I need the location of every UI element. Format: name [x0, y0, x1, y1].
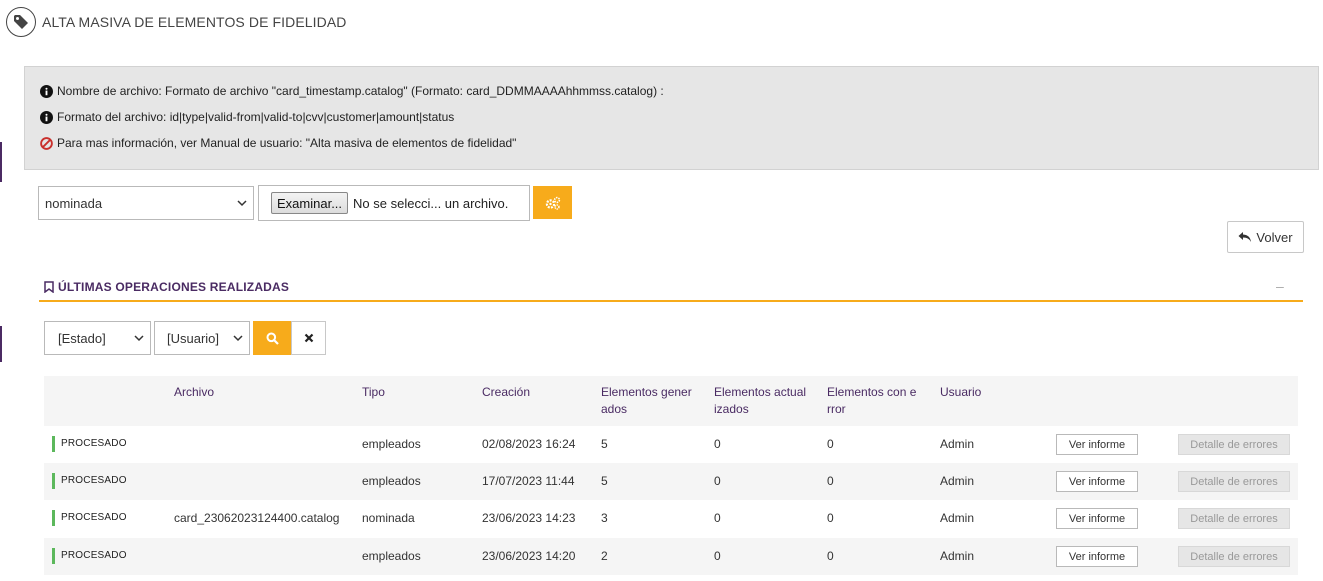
file-input[interactable]: Examinar... No se selecci... un archivo. — [258, 185, 530, 221]
cell-actualizados: 0 — [714, 474, 721, 488]
type-select[interactable]: nominada — [38, 186, 254, 220]
cell-generados: 3 — [601, 511, 608, 525]
error-details-button[interactable]: Detalle de errores — [1178, 508, 1290, 529]
col-usuario: Usuario — [940, 385, 982, 399]
cell-generados: 2 — [601, 549, 608, 563]
cell-creacion: 02/08/2023 16:24 — [482, 437, 576, 451]
table-header: Archivo Tipo Creación Elementos gener ad… — [44, 376, 1298, 426]
table-row: PROCESADO empleados 23/06/2023 14:20 2 0… — [44, 538, 1298, 575]
cell-error: 0 — [827, 474, 834, 488]
estado-filter-value: [Estado] — [58, 330, 106, 346]
clear-filters-button[interactable] — [291, 321, 326, 355]
close-icon — [304, 333, 313, 343]
page-header: ALTA MASIVA DE ELEMENTOS DE FIDELIDAD — [6, 6, 347, 38]
info-text-format: Formato del archivo: id|type|valid-from|… — [57, 110, 455, 124]
view-report-button[interactable]: Ver informe — [1056, 471, 1138, 492]
collapse-toggle[interactable]: – — [1276, 278, 1284, 294]
type-select-value: nominada — [45, 195, 103, 211]
search-icon — [266, 332, 279, 345]
cell-creacion: 23/06/2023 14:20 — [482, 549, 576, 563]
error-details-button[interactable]: Detalle de errores — [1178, 546, 1290, 567]
status-badge: PROCESADO — [52, 548, 127, 564]
cell-usuario: Admin — [940, 511, 975, 525]
cell-tipo: empleados — [362, 474, 421, 488]
col-generados: Elementos gener ados — [601, 385, 692, 416]
section-title-text: ÚLTIMAS OPERACIONES REALIZADAS — [58, 280, 290, 294]
cell-tipo: empleados — [362, 437, 421, 451]
col-error: Elementos con e rror — [827, 385, 917, 416]
left-edge-marker — [0, 142, 2, 182]
cell-actualizados: 0 — [714, 437, 721, 451]
col-actualizados: Elementos actual izados — [714, 385, 807, 416]
cell-actualizados: 0 — [714, 549, 721, 563]
ban-icon — [40, 136, 53, 150]
cell-error: 0 — [827, 437, 834, 451]
chevron-down-icon — [134, 335, 144, 342]
left-edge-marker — [0, 326, 2, 362]
status-badge: PROCESADO — [52, 436, 127, 452]
bookmark-icon — [44, 281, 54, 293]
cogs-icon — [545, 196, 560, 210]
view-report-button[interactable]: Ver informe — [1056, 434, 1138, 455]
cell-usuario: Admin — [940, 437, 975, 451]
cell-tipo: empleados — [362, 549, 421, 563]
cell-generados: 5 — [601, 437, 608, 451]
info-text-filename: Nombre de archivo: Formato de archivo "c… — [57, 84, 664, 98]
col-tipo: Tipo — [362, 385, 385, 399]
info-text-manual: Para mas información, ver Manual de usua… — [57, 136, 517, 150]
back-button[interactable]: Volver — [1227, 221, 1304, 253]
table-row: PROCESADO empleados 17/07/2023 11:44 5 0… — [44, 463, 1298, 500]
chevron-down-icon — [233, 335, 243, 342]
info-line-filename: Nombre de archivo: Formato de archivo "c… — [40, 84, 664, 98]
page-title: ALTA MASIVA DE ELEMENTOS DE FIDELIDAD — [42, 14, 347, 30]
page: ALTA MASIVA DE ELEMENTOS DE FIDELIDAD No… — [0, 0, 1323, 581]
search-button[interactable] — [253, 321, 291, 355]
back-button-label: Volver — [1256, 229, 1293, 245]
tag-icon — [6, 7, 36, 37]
cell-actualizados: 0 — [714, 511, 721, 525]
info-icon — [40, 84, 53, 98]
cell-usuario: Admin — [940, 549, 975, 563]
cell-tipo: nominada — [362, 511, 415, 525]
usuario-filter-value: [Usuario] — [167, 330, 220, 346]
status-badge: PROCESADO — [52, 473, 127, 489]
browse-button[interactable]: Examinar... — [271, 192, 349, 214]
estado-filter[interactable]: [Estado] — [44, 321, 151, 355]
reply-icon — [1238, 232, 1252, 242]
file-status-text: No se selecci... un archivo. — [353, 195, 509, 211]
col-archivo: Archivo — [174, 385, 215, 399]
col-creacion: Creación — [482, 385, 531, 399]
cell-error: 0 — [827, 549, 834, 563]
table-row: PROCESADO empleados 02/08/2023 16:24 5 0… — [44, 426, 1298, 463]
cell-creacion: 23/06/2023 14:23 — [482, 511, 576, 525]
error-details-button[interactable]: Detalle de errores — [1178, 471, 1290, 492]
info-line-manual: Para mas información, ver Manual de usua… — [40, 136, 516, 150]
chevron-down-icon — [237, 200, 247, 207]
section-divider — [39, 300, 1303, 302]
info-line-format: Formato del archivo: id|type|valid-from|… — [40, 110, 454, 124]
cell-error: 0 — [827, 511, 834, 525]
cell-generados: 5 — [601, 474, 608, 488]
status-badge: PROCESADO — [52, 510, 127, 526]
error-details-button[interactable]: Detalle de errores — [1178, 434, 1290, 455]
section-title: ÚLTIMAS OPERACIONES REALIZADAS — [44, 280, 289, 294]
table-row: PROCESADO card_23062023124400.catalog no… — [44, 500, 1298, 537]
info-panel: Nombre de archivo: Formato de archivo "c… — [24, 66, 1319, 170]
cell-archivo: card_23062023124400.catalog — [174, 511, 340, 525]
cell-creacion: 17/07/2023 11:44 — [482, 474, 575, 488]
view-report-button[interactable]: Ver informe — [1056, 546, 1138, 567]
info-icon — [40, 110, 53, 124]
process-button[interactable] — [533, 186, 572, 219]
view-report-button[interactable]: Ver informe — [1056, 508, 1138, 529]
cell-usuario: Admin — [940, 474, 975, 488]
usuario-filter[interactable]: [Usuario] — [154, 321, 250, 355]
